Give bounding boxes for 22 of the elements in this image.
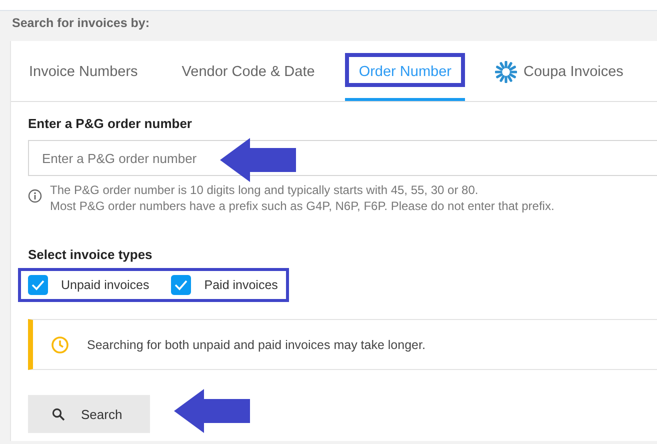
- clock-icon: [51, 336, 69, 354]
- checkbox-option[interactable]: Unpaid invoices: [28, 275, 150, 295]
- checkbox[interactable]: [171, 275, 192, 295]
- field-label: Enter a P&G order number: [28, 116, 193, 131]
- notice-text: Searching for both unpaid and paid invoices may take longer.: [87, 338, 426, 352]
- hint-text: The P&G order number is 10 digits long and typically starts with 45, 55, 30 or 80.: [50, 183, 480, 197]
- checkmark-icon: [174, 279, 188, 291]
- tab[interactable]: Invoice Numbers: [15, 45, 152, 101]
- section-title: Search for invoices by:: [11, 15, 151, 32]
- checkbox-option[interactable]: Paid invoices: [171, 275, 278, 295]
- search-button[interactable]: Search: [28, 395, 150, 433]
- section-label: Select invoice types: [28, 247, 154, 262]
- search-icon: [52, 408, 65, 420]
- order-number-field[interactable]: Enter a P&G order number: [28, 140, 657, 176]
- tab[interactable]: Coupa Invoices: [481, 45, 638, 101]
- hint-text: Most P&G order numbers have a prefix such as G4P, N6P, F6P. Please do not enter that prefix.: [50, 199, 554, 213]
- checkbox[interactable]: [28, 275, 48, 295]
- info-icon: [28, 189, 42, 203]
- checkmark-icon: [31, 279, 45, 291]
- starburst-logo-icon: [495, 60, 518, 82]
- tab[interactable]: Vendor Code & Date: [168, 45, 329, 101]
- tab[interactable]: Order Number: [344, 45, 466, 101]
